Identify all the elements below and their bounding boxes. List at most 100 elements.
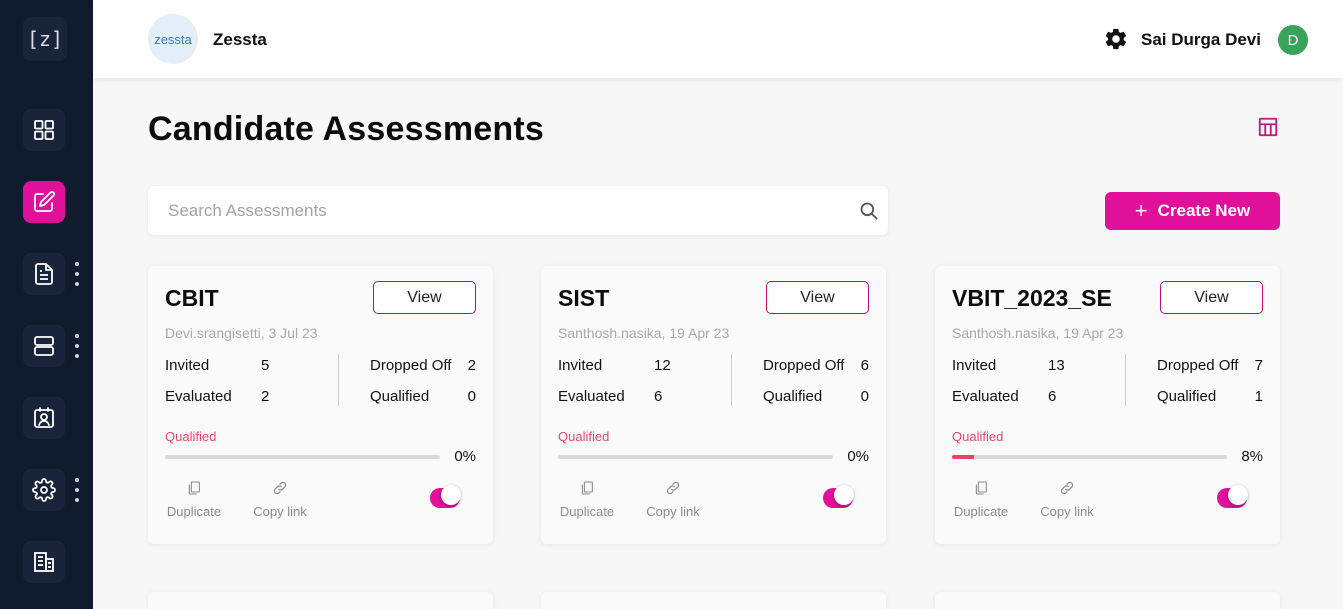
sidebar-item-settings[interactable] [23, 469, 65, 511]
qualified-progress-bar [952, 455, 1227, 459]
view-button[interactable]: View [373, 281, 476, 314]
active-toggle[interactable] [1217, 485, 1248, 508]
qualified-progress-label: Qualified [952, 429, 1004, 444]
active-toggle[interactable] [430, 485, 461, 508]
link-icon [666, 481, 680, 495]
qualified-percent: 8% [1241, 448, 1263, 465]
link-icon [1060, 481, 1074, 495]
stats-divider [1125, 354, 1126, 406]
active-toggle[interactable] [823, 485, 854, 508]
duplicate-label: Duplicate [559, 504, 615, 519]
evaluated-value: 2 [261, 388, 270, 405]
invited-label: Invited [952, 357, 997, 374]
link-icon [273, 481, 287, 495]
copy-link-label: Copy link [253, 504, 307, 519]
card-title: SIST [558, 285, 610, 311]
dropped-off-value: 6 [860, 357, 869, 374]
duplicate-button[interactable]: Duplicate [946, 480, 1016, 519]
qualified-value: 0 [860, 388, 869, 405]
user-name[interactable]: Sai Durga Devi [1141, 30, 1261, 50]
invited-value: 5 [261, 357, 270, 374]
card-meta: Santhosh.nasika, 19 Apr 23 [558, 325, 730, 341]
qualified-progress-label: Qualified [165, 429, 217, 444]
org-logo: zessta [148, 14, 198, 64]
view-button[interactable]: View [1160, 281, 1263, 314]
card-title: CBIT [165, 285, 219, 311]
qualified-value: 0 [467, 388, 476, 405]
qualified-value: 1 [1254, 388, 1263, 405]
view-button[interactable]: View [766, 281, 869, 314]
evaluated-value: 6 [1048, 388, 1057, 405]
card-meta: Santhosh.nasika, 19 Apr 23 [952, 325, 1124, 341]
qualified-progress-bar [165, 455, 440, 459]
edit-icon [34, 191, 55, 212]
invited-value: 12 [654, 357, 671, 374]
dropped-off-value: 7 [1254, 357, 1263, 374]
sidebar-item-organization[interactable] [23, 541, 65, 583]
dropped-off-label: Dropped Off [370, 357, 452, 374]
copy-icon [188, 481, 200, 495]
sidebar: [z] [0, 0, 93, 609]
toggle-knob [834, 485, 854, 505]
server-icon [34, 336, 54, 356]
qualified-label: Qualified [763, 388, 823, 405]
dropped-off-label: Dropped Off [763, 357, 845, 374]
avatar[interactable]: D [1278, 25, 1308, 55]
org-name: Zessta [213, 30, 267, 49]
assessment-card[interactable]: CBIT View Devi.srangisetti, 3 Jul 23 Inv… [148, 266, 493, 544]
servers-menu-icon[interactable] [74, 334, 80, 358]
invited-label: Invited [558, 357, 603, 374]
evaluated-label: Evaluated [558, 388, 625, 405]
qualified-percent: 0% [847, 448, 869, 465]
copy-link-label: Copy link [646, 504, 700, 519]
copy-icon [581, 481, 593, 495]
stats-divider [731, 354, 732, 406]
assessment-card [541, 592, 886, 609]
document-icon [35, 263, 53, 285]
create-new-label: Create New [1157, 201, 1251, 220]
top-header: zessta Zessta Sai Durga Devi D [93, 0, 1343, 78]
qualified-progress-bar [558, 455, 833, 459]
copy-link-button[interactable]: Copy link [1032, 480, 1102, 519]
duplicate-label: Duplicate [166, 504, 222, 519]
sidebar-item-dashboard[interactable] [23, 109, 65, 151]
progress-fill [952, 455, 974, 459]
duplicate-button[interactable]: Duplicate [552, 480, 622, 519]
sidebar-item-documents[interactable] [23, 253, 65, 295]
duplicate-label: Duplicate [953, 504, 1009, 519]
assessment-card[interactable]: SIST View Santhosh.nasika, 19 Apr 23 Inv… [541, 266, 886, 544]
duplicate-button[interactable]: Duplicate [159, 480, 229, 519]
settings-icon [32, 478, 56, 502]
plus-icon: + [1134, 198, 1148, 223]
card-title: VBIT_2023_SE [952, 285, 1112, 311]
create-new-button[interactable]: + Create New [1105, 192, 1280, 230]
qualified-percent: 0% [454, 448, 476, 465]
assessment-card[interactable]: VBIT_2023_SE View Santhosh.nasika, 19 Ap… [935, 266, 1280, 544]
copy-icon [975, 481, 987, 495]
toggle-knob [1228, 485, 1248, 505]
documents-menu-icon[interactable] [74, 262, 80, 286]
qualified-label: Qualified [370, 388, 430, 405]
qualified-progress-label: Qualified [558, 429, 610, 444]
assessment-card [148, 592, 493, 609]
search-input[interactable] [168, 200, 848, 222]
sidebar-item-servers[interactable] [23, 325, 65, 367]
building-icon [34, 552, 54, 572]
table-layout-icon[interactable] [1257, 116, 1279, 138]
search-bar [148, 186, 888, 235]
qualified-label: Qualified [1157, 388, 1217, 405]
copy-link-button[interactable]: Copy link [638, 480, 708, 519]
page-title: Candidate Assessments [148, 110, 544, 148]
evaluated-label: Evaluated [952, 388, 1019, 405]
settings-menu-icon[interactable] [74, 478, 80, 502]
evaluated-value: 6 [654, 388, 663, 405]
sidebar-item-contacts[interactable] [23, 397, 65, 439]
copy-link-button[interactable]: Copy link [245, 480, 315, 519]
contact-icon [34, 407, 54, 428]
app-logo[interactable]: [z] [23, 17, 67, 61]
toggle-knob [441, 485, 461, 505]
search-icon[interactable] [859, 201, 879, 221]
sidebar-item-assessments[interactable] [23, 181, 65, 223]
copy-link-label: Copy link [1040, 504, 1094, 519]
gear-icon[interactable] [1103, 26, 1129, 52]
